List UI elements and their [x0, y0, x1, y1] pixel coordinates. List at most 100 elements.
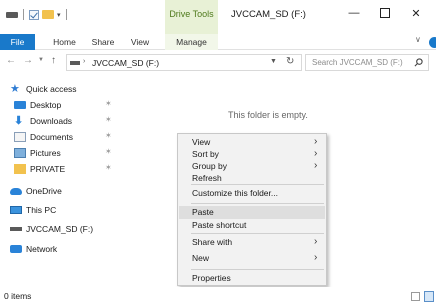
pin-icon[interactable]: ✶: [105, 115, 112, 124]
menu-item-label: Properties: [192, 273, 231, 283]
sidebar-item-this-pc[interactable]: This PC: [10, 203, 56, 217]
desktop-icon: [14, 101, 26, 109]
drive-icon: [70, 61, 80, 65]
sidebar-item-label: Downloads: [30, 116, 73, 126]
sidebar-item-label: OneDrive: [26, 186, 62, 196]
sidebar-item-label: JVCCAM_SD (F:): [26, 224, 94, 234]
address-bar[interactable]: › JVCCAM_SD (F:) ▼ ↻: [66, 54, 302, 71]
address-dropdown-icon[interactable]: ▼: [270, 58, 277, 65]
toolbar-divider: [65, 9, 67, 20]
sidebar-item-onedrive[interactable]: OneDrive: [10, 184, 62, 198]
sidebar-item-label: PRIVATE: [30, 164, 66, 174]
sidebar-item-label: Pictures: [30, 148, 61, 158]
large-icons-view-icon[interactable]: [424, 291, 434, 302]
sidebar-item-private[interactable]: PRIVATE: [14, 162, 65, 176]
download-icon: ⬇: [14, 115, 24, 127]
properties-icon[interactable]: [29, 9, 39, 20]
recent-locations-icon[interactable]: ▼: [38, 57, 44, 63]
help-icon[interactable]: [429, 37, 436, 48]
sidebar-item-label: Desktop: [30, 100, 62, 110]
pictures-icon: [14, 148, 26, 158]
sidebar-item-quick-access[interactable]: ★ Quick access: [10, 82, 77, 96]
pin-icon[interactable]: ✶: [105, 147, 112, 156]
toolbar-divider: [23, 9, 24, 20]
address-row: ← → ▼ ↑ › JVCCAM_SD (F:) ▼ ↻ Search JVCC…: [0, 51, 436, 75]
context-menu: View › Sort by › Group by › Refresh Cust…: [177, 133, 327, 286]
minimize-icon: —: [348, 7, 360, 19]
navigation-pane: ★ Quick access Desktop ✶ ⬇ Downloads ✶ D…: [0, 76, 129, 283]
expand-ribbon-icon[interactable]: ∨: [415, 35, 421, 44]
tab-home[interactable]: Home: [47, 34, 82, 50]
window-title: JVCCAM_SD (F:): [231, 9, 306, 20]
close-button[interactable]: ✕: [403, 4, 429, 22]
sidebar-item-pictures[interactable]: Pictures: [14, 146, 61, 160]
star-icon: ★: [10, 83, 20, 95]
new-folder-icon[interactable]: [42, 10, 54, 19]
pin-icon[interactable]: ✶: [105, 163, 112, 172]
sidebar-item-label: This PC: [26, 205, 57, 215]
submenu-arrow-icon: ›: [314, 136, 318, 147]
search-placeholder: Search JVCCAM_SD (F:): [312, 58, 403, 67]
tab-view[interactable]: View: [127, 34, 153, 50]
menu-item-label: New: [192, 253, 210, 263]
menu-item-label: Paste: [192, 207, 214, 217]
title-bar: ▾ Drive Tools JVCCAM_SD (F:) — ✕: [0, 0, 436, 34]
ribbon-tabs: File Home Share View Manage ∨: [0, 34, 436, 50]
menu-separator: [191, 203, 324, 204]
sidebar-item-documents[interactable]: Documents: [14, 130, 73, 144]
menu-separator: [191, 269, 324, 270]
sidebar-item-desktop[interactable]: Desktop: [14, 98, 61, 112]
sidebar-item-label: Network: [26, 244, 58, 254]
empty-folder-message: This folder is empty.: [228, 110, 308, 120]
status-bar: 0 items: [0, 287, 436, 304]
item-count: 0 items: [4, 291, 32, 301]
pin-icon[interactable]: ✶: [105, 99, 112, 108]
menu-item-paste-shortcut[interactable]: Paste shortcut: [179, 219, 325, 232]
breadcrumb-arrow-icon[interactable]: ›: [83, 58, 85, 65]
maximize-icon: [380, 8, 390, 18]
submenu-arrow-icon: ›: [314, 160, 318, 171]
menu-item-share-with[interactable]: Share with ›: [179, 236, 325, 249]
cloud-icon: [10, 187, 22, 195]
menu-item-customize-folder[interactable]: Customize this folder...: [179, 187, 325, 200]
menu-item-label: Refresh: [192, 173, 222, 183]
details-view-icon[interactable]: [411, 292, 420, 301]
menu-item-properties[interactable]: Properties: [179, 272, 325, 284]
search-icon: [414, 58, 423, 67]
tab-share[interactable]: Share: [88, 34, 118, 50]
sidebar-item-jvccam-sd[interactable]: JVCCAM_SD (F:): [10, 222, 93, 236]
up-button[interactable]: ↑: [51, 55, 56, 66]
menu-separator: [191, 184, 324, 185]
sidebar-item-network[interactable]: Network: [10, 242, 57, 256]
customize-toolbar-icon[interactable]: ▾: [57, 11, 61, 19]
drive-tools-label: Drive Tools: [169, 9, 214, 19]
pin-icon[interactable]: ✶: [105, 131, 112, 140]
minimize-button[interactable]: —: [341, 4, 367, 22]
documents-icon: [14, 132, 26, 142]
sidebar-item-label: Quick access: [26, 84, 77, 94]
menu-item-new[interactable]: New ›: [179, 252, 325, 265]
folder-icon: [14, 164, 26, 174]
submenu-arrow-icon: ›: [314, 236, 318, 247]
search-input[interactable]: Search JVCCAM_SD (F:): [305, 54, 429, 71]
back-button[interactable]: ←: [6, 55, 16, 66]
forward-button[interactable]: →: [23, 55, 33, 66]
sidebar-item-downloads[interactable]: ⬇ Downloads: [14, 114, 72, 128]
tab-manage[interactable]: Manage: [165, 34, 218, 50]
submenu-arrow-icon: ›: [314, 252, 318, 263]
tab-file[interactable]: File: [0, 34, 35, 50]
menu-item-label: Group by: [192, 161, 227, 171]
sidebar-item-label: Documents: [30, 132, 73, 142]
drive-icon: [10, 227, 22, 231]
menu-item-label: Sort by: [192, 149, 219, 159]
menu-item-label: View: [192, 137, 211, 147]
menu-item-label: Paste shortcut: [192, 220, 247, 230]
submenu-arrow-icon: ›: [314, 148, 318, 159]
menu-item-paste[interactable]: Paste: [179, 206, 325, 219]
breadcrumb-path[interactable]: JVCCAM_SD (F:): [92, 58, 159, 68]
menu-separator: [191, 233, 324, 234]
refresh-icon[interactable]: ↻: [286, 56, 294, 67]
maximize-button[interactable]: [372, 4, 398, 22]
network-icon: [10, 245, 22, 253]
computer-icon: [10, 206, 22, 214]
